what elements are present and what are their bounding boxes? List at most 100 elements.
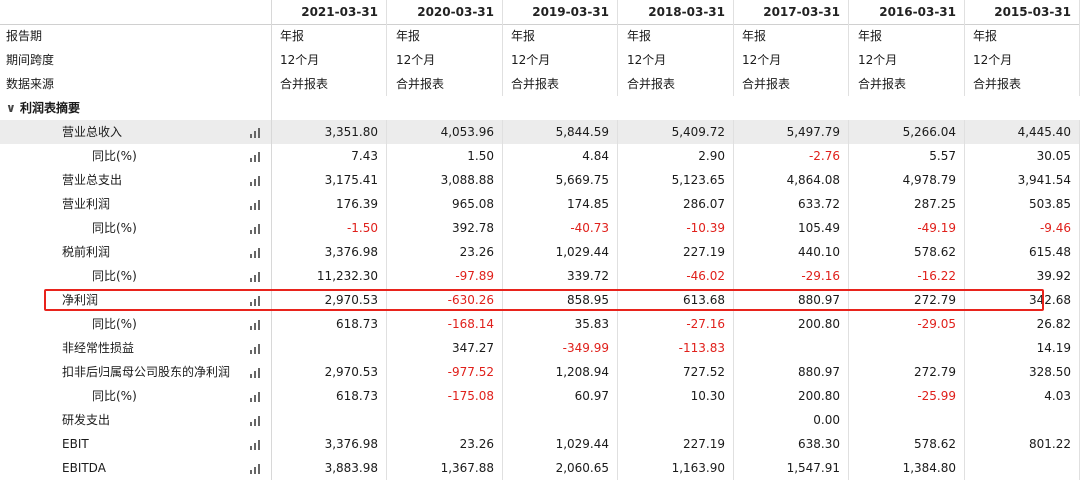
table-cell: 年报 — [850, 24, 965, 48]
table-cell: 4,053.96 — [388, 120, 503, 144]
bar-chart-icon[interactable] — [249, 294, 263, 306]
table-cell: -97.89 — [388, 264, 503, 288]
table-row[interactable]: 净利润 2,970.53 -630.26 858.95 613.68 880.97 272.… — [0, 288, 1080, 312]
table-row[interactable]: 同比(%) -1.50 392.78 -40.73 -10.39 105.49 -49.19… — [0, 216, 1080, 240]
header-row[interactable]: 2021-03-31 2020-03-31 2019-03-31 2018-03-31… — [0, 0, 1080, 25]
table-cell: 4,864.08 — [734, 168, 849, 192]
column-header: 2018-03-31 — [619, 0, 734, 24]
table-row[interactable]: 同比(%) 618.73 -168.14 35.83 -27.16 200.80 -29.0… — [0, 312, 1080, 336]
table-cell: 1,547.91 — [734, 456, 849, 480]
chevron-down-icon[interactable]: ∨ — [6, 96, 20, 120]
table-cell — [272, 336, 387, 360]
table-row[interactable]: 营业总支出 3,175.41 3,088.88 5,669.75 5,123.65 4,8… — [0, 168, 1080, 192]
table-cell: 4,445.40 — [965, 120, 1080, 144]
table-cell: -1.50 — [272, 216, 387, 240]
table-row[interactable]: 营业利润 176.39 965.08 174.85 286.07 633.72 287.25… — [0, 192, 1080, 216]
bar-chart-icon[interactable] — [249, 150, 263, 162]
table-cell: 339.72 — [503, 264, 618, 288]
table-row[interactable]: 同比(%) 618.73 -175.08 60.97 10.30 200.80 -25.99… — [0, 384, 1080, 408]
table-cell: 合并报表 — [619, 72, 734, 96]
table-cell: 3,351.80 — [272, 120, 387, 144]
table-cell — [965, 456, 1080, 480]
financial-table: 2021-03-31 2020-03-31 2019-03-31 2018-03-31… — [0, 0, 1080, 485]
table-cell: -168.14 — [388, 312, 503, 336]
bar-chart-icon[interactable] — [249, 318, 263, 330]
table-cell: 503.85 — [965, 192, 1080, 216]
table-cell: 174.85 — [503, 192, 618, 216]
row-label: 营业利润 — [0, 192, 272, 216]
table-cell: 5.57 — [850, 144, 965, 168]
table-cell: 1,029.44 — [503, 240, 618, 264]
bar-chart-icon[interactable] — [249, 438, 263, 450]
table-cell: 1.50 — [388, 144, 503, 168]
bar-chart-icon[interactable] — [249, 270, 263, 282]
header-label-cell — [0, 0, 272, 24]
bar-chart-icon[interactable] — [249, 198, 263, 210]
table-cell: 3,376.98 — [272, 432, 387, 456]
table-cell: 合并报表 — [272, 72, 387, 96]
table-cell: 613.68 — [619, 288, 734, 312]
table-cell: 227.19 — [619, 240, 734, 264]
table-cell — [965, 408, 1080, 432]
table-cell: 12个月 — [503, 48, 618, 72]
table-cell: 801.22 — [965, 432, 1080, 456]
bar-chart-icon[interactable] — [249, 366, 263, 378]
row-label: 同比(%) — [0, 384, 272, 408]
table-cell: 4.84 — [503, 144, 618, 168]
meta-row[interactable]: 数据来源 合并报表 合并报表 合并报表 合并报表 合并报表 合并报表 合并报表 — [0, 72, 1080, 96]
section-header[interactable]: ∨ 利润表摘要 — [0, 96, 1080, 120]
table-cell: 440.10 — [734, 240, 849, 264]
meta-row[interactable]: 报告期 年报 年报 年报 年报 年报 年报 年报 — [0, 24, 1080, 48]
bar-chart-icon[interactable] — [249, 462, 263, 474]
column-header: 2021-03-31 — [272, 0, 387, 24]
table-cell: 727.52 — [619, 360, 734, 384]
table-cell: 200.80 — [734, 312, 849, 336]
table-cell: 618.73 — [272, 312, 387, 336]
table-cell: 4,978.79 — [850, 168, 965, 192]
bar-chart-icon[interactable] — [249, 222, 263, 234]
table-cell: 347.27 — [388, 336, 503, 360]
table-cell: 5,497.79 — [734, 120, 849, 144]
table-cell: 4.03 — [965, 384, 1080, 408]
bar-chart-icon[interactable] — [249, 174, 263, 186]
table-cell: 年报 — [388, 24, 503, 48]
meta-row[interactable]: 期间跨度 12个月 12个月 12个月 12个月 12个月 12个月 12个月 — [0, 48, 1080, 72]
section-label: ∨ 利润表摘要 — [0, 96, 272, 120]
table-cell: -113.83 — [619, 336, 734, 360]
table-cell: 7.43 — [272, 144, 387, 168]
column-header: 2019-03-31 — [503, 0, 618, 24]
bar-chart-icon[interactable] — [249, 246, 263, 258]
table-cell: 合并报表 — [734, 72, 849, 96]
bar-chart-icon[interactable] — [249, 390, 263, 402]
table-row[interactable]: 扣非后归属母公司股东的净利润 2,970.53 -977.52 1,208.94 727… — [0, 360, 1080, 384]
bar-chart-icon[interactable] — [249, 126, 263, 138]
table-row[interactable]: EBIT 3,376.98 23.26 1,029.44 227.19 638.30 578… — [0, 432, 1080, 456]
section-title: 利润表摘要 — [20, 101, 81, 115]
table-row[interactable]: 非经常性损益 347.27 -349.99 -113.83 14.19 — [0, 336, 1080, 360]
table-row[interactable]: 营业总收入 3,351.80 4,053.96 5,844.59 5,409.72 5,4… — [0, 120, 1080, 144]
row-label: 税前利润 — [0, 240, 272, 264]
row-label: 数据来源 — [0, 72, 272, 96]
bar-chart-icon[interactable] — [249, 414, 263, 426]
table-row[interactable]: 同比(%) 11,232.30 -97.89 339.72 -46.02 -29.16 -1… — [0, 264, 1080, 288]
table-cell: 12个月 — [850, 48, 965, 72]
table-cell: 3,376.98 — [272, 240, 387, 264]
table-cell — [503, 408, 618, 432]
bar-chart-icon[interactable] — [249, 342, 263, 354]
table-row[interactable]: 研发支出 0.00 — [0, 408, 1080, 432]
table-cell: 392.78 — [388, 216, 503, 240]
table-row[interactable]: 税前利润 3,376.98 23.26 1,029.44 227.19 440.10 578… — [0, 240, 1080, 264]
table-cell: 342.68 — [965, 288, 1080, 312]
table-cell: 1,163.90 — [619, 456, 734, 480]
table-cell: 年报 — [965, 24, 1080, 48]
table-cell: 618.73 — [272, 384, 387, 408]
table-cell: 328.50 — [965, 360, 1080, 384]
row-label: 同比(%) — [0, 144, 272, 168]
table-cell: 年报 — [734, 24, 849, 48]
table-row[interactable]: EBITDA 3,883.98 1,367.88 2,060.65 1,163.90 1,… — [0, 456, 1080, 480]
table-cell: 合并报表 — [850, 72, 965, 96]
table-row[interactable]: 同比(%) 7.43 1.50 4.84 2.90 -2.76 5.57 30.05 — [0, 144, 1080, 168]
row-label: 同比(%) — [0, 216, 272, 240]
row-label: 非经常性损益 — [0, 336, 272, 360]
table-cell: 2.90 — [619, 144, 734, 168]
